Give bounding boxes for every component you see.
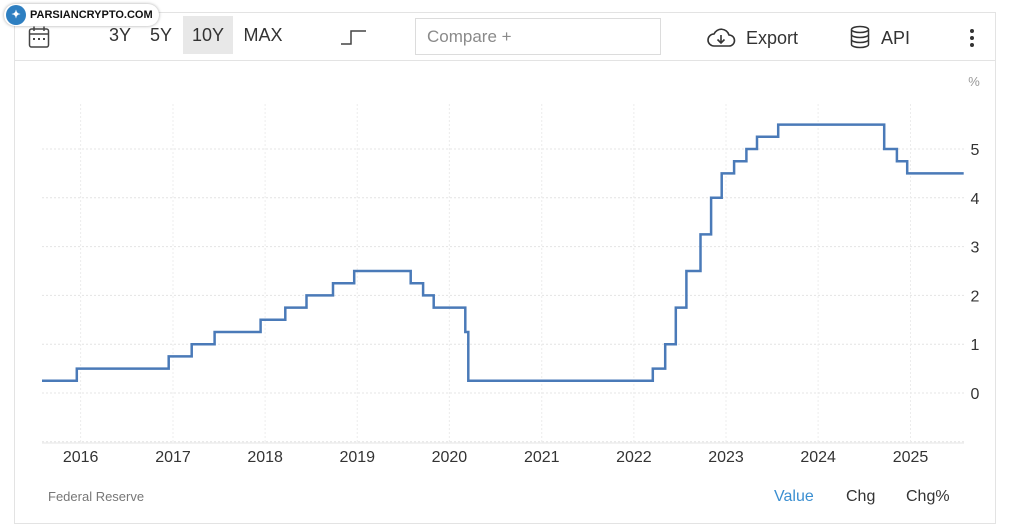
- y-tick-label: 1: [971, 337, 980, 354]
- chart-grid: [42, 104, 964, 444]
- x-tick-label: 2025: [893, 449, 929, 466]
- watermark-logo: ✦ PARSIANCRYPTO.COM: [4, 4, 159, 26]
- watermark-text: PARSIANCRYPTO.COM: [30, 9, 153, 21]
- tab-chg-percent[interactable]: Chg%: [906, 488, 950, 506]
- x-tick-label: 2024: [800, 449, 836, 466]
- tab-chg[interactable]: Chg: [846, 488, 875, 506]
- y-tick-label: 2: [971, 288, 980, 305]
- x-tick-label: 2023: [708, 449, 744, 466]
- y-tick-label: 4: [971, 191, 980, 208]
- y-tick-label: 3: [971, 240, 980, 257]
- x-tick-label: 2016: [63, 449, 99, 466]
- x-tick-label: 2019: [339, 449, 375, 466]
- x-tick-label: 2022: [616, 449, 652, 466]
- y-axis-unit-label: %: [968, 74, 980, 89]
- x-tick-label: 2018: [247, 449, 283, 466]
- x-tick-label: 2020: [432, 449, 468, 466]
- x-tick-label: 2021: [524, 449, 560, 466]
- y-axis-ticks: 0 1 2 3 4 5: [971, 142, 980, 403]
- rate-chart: 2016 2017 2018 2019 2020 2021 2022 2023 2024 2025…: [42, 74, 980, 466]
- series-line: [42, 123, 964, 383]
- tab-value[interactable]: Value: [774, 488, 814, 506]
- logo-badge-icon: ✦: [6, 5, 26, 25]
- y-tick-label: 0: [971, 386, 980, 403]
- y-tick-label: 5: [971, 142, 980, 159]
- x-tick-label: 2017: [155, 449, 191, 466]
- data-source-label: Federal Reserve: [48, 489, 145, 504]
- x-axis-ticks: 2016 2017 2018 2019 2020 2021 2022 2023 2024 2025: [63, 449, 929, 466]
- chart-series: [42, 123, 964, 383]
